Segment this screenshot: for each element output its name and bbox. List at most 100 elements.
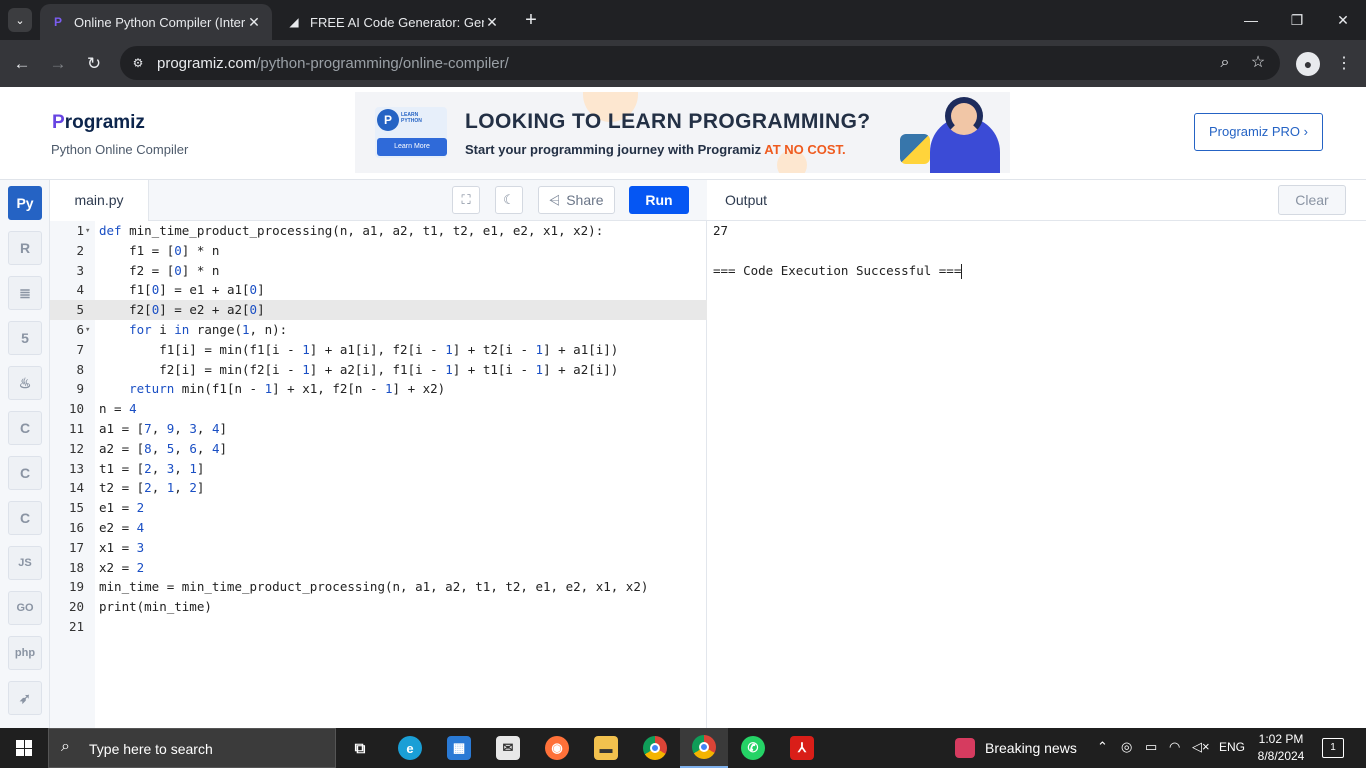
line-number: 8: [76, 361, 84, 377]
code-line[interactable]: 3 f2 = [0] * n: [50, 261, 707, 281]
line-number: 20: [68, 599, 84, 615]
fold-chevron-icon[interactable]: ▾: [85, 221, 90, 241]
code-line[interactable]: 2 f1 = [0] * n: [50, 241, 707, 261]
ad-banner[interactable]: P LEARN PYTHON Learn More LOOKING TO LEA…: [355, 92, 1010, 173]
line-number: 13: [68, 460, 84, 476]
code-line[interactable]: 6 ▾ for i in range(1, n):: [50, 320, 707, 340]
code-line[interactable]: 21: [50, 617, 707, 637]
tab-title: Online Python Compiler (Interp: [74, 14, 246, 30]
java-icon[interactable]: ♨: [8, 366, 42, 400]
html5-icon[interactable]: 5: [8, 321, 42, 355]
js-icon[interactable]: JS: [8, 546, 42, 580]
zoom-icon[interactable]: ⌕: [1215, 54, 1235, 72]
volume-muted-icon[interactable]: ◁×: [1192, 739, 1210, 755]
code-line[interactable]: 8 f2[i] = min(f2[i - 1] + a2[i], f1[i - …: [50, 360, 707, 380]
code-line[interactable]: 13 t1 = [2, 3, 1]: [50, 459, 707, 479]
taskbar-mail[interactable]: ✉: [484, 728, 532, 768]
wifi-icon[interactable]: ◠: [1169, 739, 1180, 755]
swift-icon[interactable]: ➶: [8, 681, 42, 715]
file-tab-main-py[interactable]: main.py: [50, 180, 149, 221]
code-line[interactable]: 20 print(min_time): [50, 597, 707, 617]
close-window-icon[interactable]: ✕: [1320, 0, 1366, 40]
run-button[interactable]: Run: [629, 186, 689, 214]
task-view-button[interactable]: ⧉: [336, 728, 384, 768]
back-icon[interactable]: ←: [10, 52, 34, 76]
close-tab-icon[interactable]: ✕: [484, 14, 500, 31]
taskbar-clock[interactable]: 1:02 PM 8/8/2024: [1250, 731, 1312, 765]
taskbar-chrome-active[interactable]: [680, 728, 728, 768]
menu-kebab-icon[interactable]: ⋮: [1332, 52, 1356, 76]
reload-icon[interactable]: ↻: [82, 52, 106, 76]
line-number: 12: [68, 440, 84, 456]
r-icon[interactable]: R: [8, 231, 42, 265]
code-line[interactable]: 4 f1[0] = e1 + a1[0]: [50, 280, 707, 300]
output-console[interactable]: 27 === Code Execution Successful ===: [707, 221, 1366, 728]
mail-icon: ✉: [496, 736, 520, 760]
dark-mode-moon-icon[interactable]: ☾: [495, 186, 523, 214]
csharp-icon[interactable]: C: [8, 501, 42, 535]
tray-chevron-up-icon[interactable]: ⌃: [1097, 739, 1108, 755]
taskbar-chrome[interactable]: [631, 728, 679, 768]
taskbar-edge[interactable]: e: [386, 728, 434, 768]
windows-taskbar: ⌕ Type here to search ⧉ e ▦ ✉ ◉ ▬ ✆ ⅄ Br…: [0, 728, 1366, 768]
news-widget[interactable]: Breaking news: [955, 738, 1077, 758]
c-icon[interactable]: C: [8, 411, 42, 445]
cpp-icon[interactable]: C: [8, 456, 42, 490]
line-number: 14: [68, 480, 84, 496]
notification-center-icon[interactable]: 1: [1322, 738, 1344, 758]
code-line[interactable]: 15 e1 = 2: [50, 498, 707, 518]
code-line[interactable]: 14 t2 = [2, 1, 2]: [50, 478, 707, 498]
url-text[interactable]: programiz.com/python-programming/online-…: [157, 55, 509, 72]
chrome-icon: [643, 736, 667, 760]
tab-search-chevron-icon[interactable]: ⌄: [8, 8, 32, 32]
taskbar-acrobat[interactable]: ⅄: [778, 728, 826, 768]
browser-titlebar: ⌄ P Online Python Compiler (Interp ✕ ◢ F…: [0, 0, 1366, 40]
battery-icon[interactable]: ▭: [1145, 739, 1157, 755]
code-line[interactable]: 11 a1 = [7, 9, 3, 4]: [50, 419, 707, 439]
code-line[interactable]: 19 min_time = min_time_product_processing…: [50, 577, 707, 597]
bookmark-star-icon[interactable]: ☆: [1248, 54, 1268, 72]
minimize-icon[interactable]: —: [1228, 0, 1274, 40]
python-icon[interactable]: Py: [8, 186, 42, 220]
restore-icon[interactable]: ❐: [1274, 0, 1320, 40]
taskbar-whatsapp[interactable]: ✆: [729, 728, 777, 768]
code-line[interactable]: 1 ▾ def min_time_product_processing(n, a1,…: [50, 221, 707, 241]
fullscreen-icon[interactable]: ⛶: [452, 186, 480, 214]
code-line[interactable]: 9 return min(f1[n - 1] + x1, f2[n - 1] +…: [50, 379, 707, 399]
code-line[interactable]: 5 f2[0] = e2 + a2[0]: [50, 300, 707, 321]
language-indicator[interactable]: ENG: [1219, 740, 1245, 754]
start-button[interactable]: [0, 728, 48, 768]
close-tab-icon[interactable]: ✕: [246, 14, 262, 31]
programiz-pro-button[interactable]: Programiz PRO ›: [1194, 113, 1323, 151]
code-line[interactable]: 10 n = 4: [50, 399, 707, 419]
new-tab-icon[interactable]: +: [520, 9, 542, 31]
site-info-icon[interactable]: ⚙: [128, 54, 148, 72]
line-number: 19: [68, 579, 84, 595]
code-line[interactable]: 18 x2 = 2: [50, 558, 707, 578]
forward-icon[interactable]: →: [46, 52, 70, 76]
programiz-logo[interactable]: Programiz: [52, 112, 145, 134]
code-editor[interactable]: 1 ▾ def min_time_product_processing(n, a1,…: [50, 221, 707, 728]
php-icon[interactable]: php: [8, 636, 42, 670]
code-text: f2 = [0] * n: [99, 262, 220, 278]
code-line[interactable]: 17 x1 = 3: [50, 538, 707, 558]
taskbar-store[interactable]: ▦: [435, 728, 483, 768]
code-line[interactable]: 16 e2 = 4: [50, 518, 707, 538]
share-button[interactable]: ⩤ Share: [538, 186, 615, 214]
code-text: f2[i] = min(f2[i - 1] + a2[i], f1[i - 1]…: [99, 361, 619, 377]
clear-button[interactable]: Clear: [1278, 185, 1346, 215]
taskbar-search-input[interactable]: ⌕ Type here to search: [48, 728, 336, 768]
code-line[interactable]: 12 a2 = [8, 5, 6, 4]: [50, 439, 707, 459]
fold-chevron-icon[interactable]: ▾: [85, 320, 90, 340]
taskbar-firefox[interactable]: ◉: [533, 728, 581, 768]
address-bar[interactable]: ⚙ programiz.com/python-programming/onlin…: [120, 46, 1280, 80]
taskbar-file-explorer[interactable]: ▬: [582, 728, 630, 768]
line-number: 16: [68, 520, 84, 535]
profile-avatar-icon[interactable]: ●: [1296, 52, 1320, 76]
database-icon[interactable]: ≣: [8, 276, 42, 310]
tab-ai-code-generator[interactable]: ◢ FREE AI Code Generator: Gener ✕: [276, 4, 510, 40]
meet-now-icon[interactable]: ◎: [1121, 739, 1132, 755]
tab-online-python-compiler[interactable]: P Online Python Compiler (Interp ✕: [40, 4, 272, 40]
go-icon[interactable]: GO: [8, 591, 42, 625]
code-line[interactable]: 7 f1[i] = min(f1[i - 1] + a1[i], f2[i - …: [50, 340, 707, 360]
